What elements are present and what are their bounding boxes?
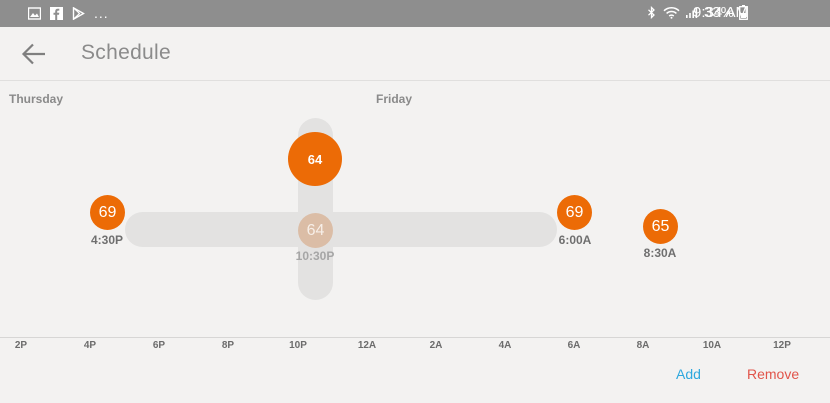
setpoint-3[interactable]: 69 [557, 195, 592, 230]
day-label-friday: Friday [376, 92, 413, 106]
axis-tick: 4P [83, 340, 97, 351]
axis-tick: 6A [567, 340, 581, 351]
axis-tick: 12P [773, 340, 791, 351]
axis-tick: 4A [498, 340, 512, 351]
setpoint-2-time: 10:30P [295, 249, 335, 263]
page-title: Schedule [81, 41, 171, 64]
back-arrow-icon[interactable] [20, 41, 48, 67]
setpoint-1[interactable]: 69 [90, 195, 125, 230]
setpoint-2[interactable]: 64 [298, 213, 333, 248]
axis-tick: 6P [152, 340, 166, 351]
clock: 9:34 AM [693, 4, 749, 21]
wifi-icon [663, 7, 680, 19]
status-bar: ... 33% 9:34 AM [0, 0, 830, 27]
setpoint-3-time: 6:00A [558, 233, 592, 247]
time-axis-line [0, 337, 830, 338]
remove-button[interactable]: Remove [747, 366, 799, 382]
play-store-icon [72, 6, 85, 20]
axis-tick: 10A [702, 340, 722, 351]
more-notifications: ... [94, 5, 109, 21]
axis-tick: 8A [636, 340, 650, 351]
app-bar: Schedule [0, 27, 830, 81]
axis-tick: 8P [221, 340, 235, 351]
setpoint-4-time: 8:30A [643, 246, 677, 260]
day-label-thursday: Thursday [9, 92, 64, 106]
bluetooth-icon [648, 6, 655, 19]
axis-tick: 2A [429, 340, 443, 351]
axis-tick: 2P [14, 340, 28, 351]
setpoint-4[interactable]: 65 [643, 209, 678, 244]
add-button[interactable]: Add [676, 366, 701, 382]
notification-icons: ... [28, 5, 109, 21]
facebook-icon [50, 6, 63, 20]
axis-tick: 12A [357, 340, 377, 351]
setpoint-1-time: 4:30P [90, 233, 124, 247]
axis-tick: 10P [289, 340, 307, 351]
image-icon [28, 6, 41, 20]
horizontal-drag-track[interactable] [125, 212, 557, 247]
setpoint-drag-handle[interactable]: 64 [288, 132, 342, 186]
